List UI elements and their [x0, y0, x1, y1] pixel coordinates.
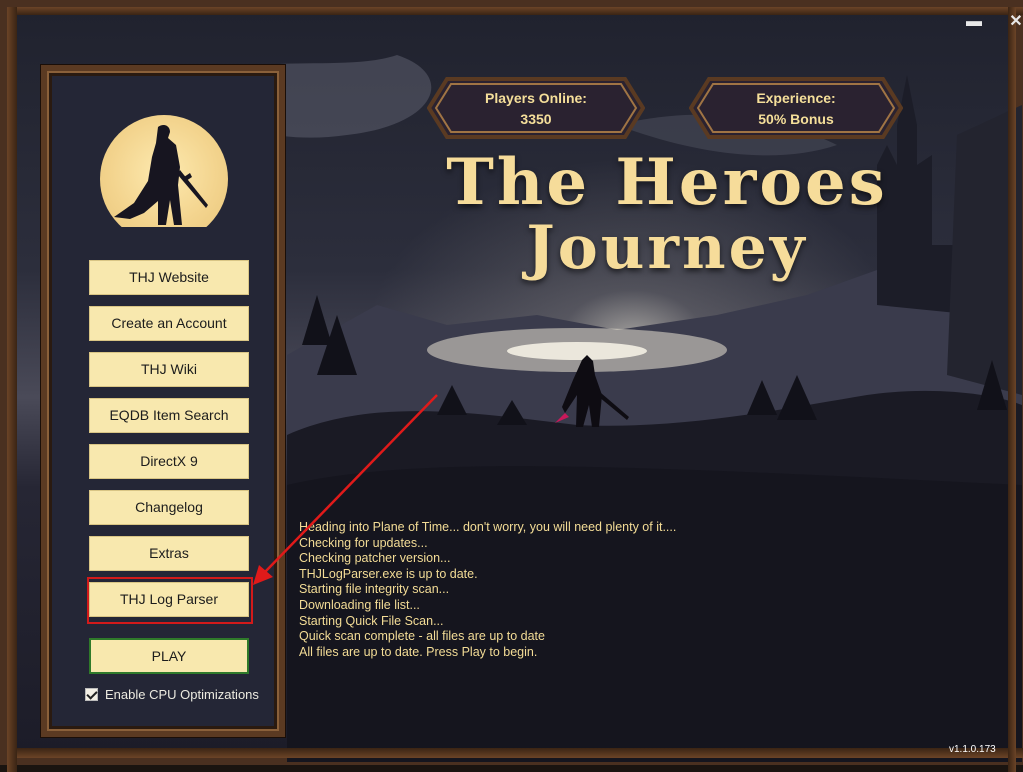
game-title-line2: Journey — [526, 213, 808, 283]
launcher-window: ▬ ✕ THJ Website Create an Account THJ Wi… — [0, 0, 1023, 772]
extras-button[interactable]: Extras — [89, 536, 249, 571]
log-line: Quick scan complete - all files are up t… — [299, 629, 545, 644]
hero-logo — [100, 115, 228, 227]
patcher-log: Heading into Plane of Time... don't worr… — [299, 520, 899, 660]
log-line: Downloading file list... — [299, 597, 420, 612]
version-label: v1.1.0.173 — [949, 744, 996, 755]
frame-left-border — [7, 7, 17, 772]
play-button[interactable]: PLAY — [89, 638, 249, 674]
log-line: Checking for updates... — [299, 535, 428, 550]
create-account-button[interactable]: Create an Account — [89, 306, 249, 341]
log-line: Heading into Plane of Time... don't worr… — [299, 520, 677, 534]
close-icon[interactable]: ✕ — [1007, 13, 1023, 31]
cpu-optimizations-checkbox[interactable] — [85, 687, 98, 701]
players-online-label: Players Online: — [485, 90, 587, 106]
thj-wiki-button[interactable]: THJ Wiki — [89, 352, 249, 387]
directx9-button[interactable]: DirectX 9 — [89, 444, 249, 479]
minimize-icon[interactable]: ▬ — [965, 13, 983, 31]
thj-website-button[interactable]: THJ Website — [89, 260, 249, 295]
frame-bottom-border — [7, 748, 1023, 758]
log-line: Starting file integrity scan... — [299, 582, 450, 597]
cpu-optimizations-label: Enable CPU Optimizations — [105, 686, 259, 702]
frame-right-border — [1008, 7, 1016, 772]
cpu-optimizations-option[interactable]: Enable CPU Optimizations — [85, 685, 259, 703]
log-line: Checking patcher version... — [299, 551, 451, 566]
experience-badge: Experience: 50% Bonus — [689, 77, 903, 139]
experience-value: 50% Bonus — [758, 111, 834, 127]
log-line: All files are up to date. Press Play to … — [299, 644, 538, 659]
log-parser-highlight-box — [87, 577, 253, 624]
eqdb-item-search-button[interactable]: EQDB Item Search — [89, 398, 249, 433]
changelog-button[interactable]: Changelog — [89, 490, 249, 525]
log-line: THJLogParser.exe is up to date. — [299, 566, 478, 581]
log-line: Starting Quick File Scan... — [299, 613, 444, 628]
hero-silhouette-icon — [114, 124, 208, 225]
players-online-value: 3350 — [520, 111, 552, 127]
players-online-badge: Players Online: 3350 — [427, 77, 645, 139]
frame-top-border — [7, 7, 1023, 15]
experience-label: Experience: — [756, 90, 836, 106]
game-title-line1: The Heroes — [446, 145, 888, 220]
